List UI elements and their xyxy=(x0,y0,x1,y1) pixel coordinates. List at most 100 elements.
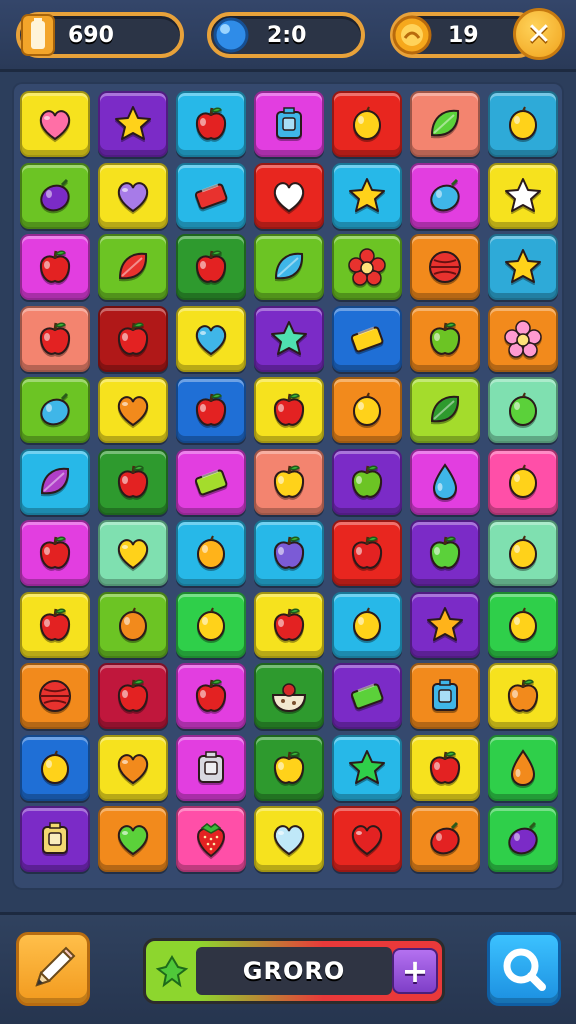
board-tile[interactable] xyxy=(488,305,558,372)
leaf-icon xyxy=(430,109,460,137)
board-tile[interactable] xyxy=(254,734,324,801)
board-tile[interactable] xyxy=(98,806,168,872)
apple-icon xyxy=(351,536,383,569)
board-tile[interactable] xyxy=(20,305,90,372)
board-tile[interactable] xyxy=(176,162,246,229)
board-tile[interactable] xyxy=(332,91,402,157)
board-tile[interactable] xyxy=(20,91,90,157)
board-tile[interactable] xyxy=(254,91,324,157)
apple-icon xyxy=(273,608,305,641)
board-tile[interactable] xyxy=(410,806,480,872)
board-tile[interactable] xyxy=(20,520,90,586)
board-tile[interactable] xyxy=(410,305,480,372)
pencil-button[interactable] xyxy=(16,932,90,1006)
search-button[interactable] xyxy=(487,932,561,1006)
board-tile[interactable] xyxy=(332,806,402,872)
board-tile[interactable] xyxy=(488,806,558,872)
board-tile[interactable] xyxy=(176,377,246,443)
board-tile[interactable] xyxy=(332,377,402,443)
board-tile[interactable] xyxy=(20,806,90,872)
lemon-icon xyxy=(509,392,537,426)
board-tile[interactable] xyxy=(176,734,246,801)
board-tile[interactable] xyxy=(254,591,324,658)
board-tile[interactable] xyxy=(20,591,90,658)
gold-coin-icon xyxy=(390,12,434,58)
drop-icon xyxy=(510,748,536,786)
apple-icon xyxy=(39,608,71,641)
board-tile[interactable] xyxy=(410,734,480,801)
board-tile[interactable] xyxy=(98,234,168,300)
board-tile[interactable] xyxy=(410,162,480,229)
board-tile[interactable] xyxy=(332,591,402,658)
board-tile[interactable] xyxy=(488,377,558,443)
board-tile[interactable] xyxy=(98,448,168,515)
board-tile[interactable] xyxy=(332,234,402,300)
star-icon xyxy=(505,249,541,283)
board-tile[interactable] xyxy=(176,663,246,729)
board-tile[interactable] xyxy=(332,448,402,515)
action-bar[interactable]: GRORO + xyxy=(143,938,445,1004)
board-tile[interactable] xyxy=(332,520,402,586)
board-tile[interactable] xyxy=(254,377,324,443)
board-tile[interactable] xyxy=(410,377,480,443)
board-tile[interactable] xyxy=(176,806,246,872)
board-tile[interactable] xyxy=(254,663,324,729)
board-tile[interactable] xyxy=(332,663,402,729)
board-tile[interactable] xyxy=(488,591,558,658)
board-tile[interactable] xyxy=(20,377,90,443)
board-tile[interactable] xyxy=(488,162,558,229)
board-tile[interactable] xyxy=(98,663,168,729)
leaf-icon xyxy=(274,252,304,280)
board-tile[interactable] xyxy=(488,734,558,801)
board-tile[interactable] xyxy=(98,305,168,372)
board-tile[interactable] xyxy=(176,305,246,372)
board-tile[interactable] xyxy=(176,234,246,300)
box-icon xyxy=(432,679,458,711)
star-icon xyxy=(505,177,541,212)
board-tile[interactable] xyxy=(176,520,246,586)
board-tile[interactable] xyxy=(410,448,480,515)
board-tile[interactable] xyxy=(332,305,402,372)
board-tile[interactable] xyxy=(176,91,246,157)
board-tile[interactable] xyxy=(332,734,402,801)
board-tile[interactable] xyxy=(20,734,90,801)
board-tile[interactable] xyxy=(254,305,324,372)
apple-icon xyxy=(195,107,227,140)
board-tile[interactable] xyxy=(20,234,90,300)
plum-icon xyxy=(508,821,538,855)
board-tile[interactable] xyxy=(254,448,324,515)
board-tile[interactable] xyxy=(410,234,480,300)
lemon-icon xyxy=(197,535,225,569)
board-tile[interactable] xyxy=(98,91,168,157)
board-tile[interactable] xyxy=(254,806,324,872)
board-tile[interactable] xyxy=(254,162,324,229)
board-tile[interactable] xyxy=(98,162,168,229)
board-tile[interactable] xyxy=(98,591,168,658)
bowl-icon xyxy=(271,683,307,713)
plus-button[interactable]: + xyxy=(392,948,438,994)
blue-orb-icon xyxy=(209,12,253,58)
board-tile[interactable] xyxy=(20,663,90,729)
board-tile[interactable] xyxy=(410,663,480,729)
board-tile[interactable] xyxy=(410,520,480,586)
apple-icon xyxy=(39,536,71,569)
board-tile[interactable] xyxy=(410,91,480,157)
close-button[interactable]: ✕ xyxy=(513,8,565,60)
board-tile[interactable] xyxy=(410,591,480,658)
board-tile[interactable] xyxy=(98,377,168,443)
board-tile[interactable] xyxy=(254,234,324,300)
board-tile[interactable] xyxy=(176,448,246,515)
board-tile[interactable] xyxy=(176,591,246,658)
board-tile[interactable] xyxy=(98,520,168,586)
board-tile[interactable] xyxy=(254,520,324,586)
board-tile[interactable] xyxy=(20,162,90,229)
board-tile[interactable] xyxy=(488,520,558,586)
board-tile[interactable] xyxy=(20,448,90,515)
board-tile[interactable] xyxy=(488,234,558,300)
board-tile[interactable] xyxy=(98,734,168,801)
board-tile[interactable] xyxy=(488,663,558,729)
board-tile[interactable] xyxy=(488,91,558,157)
board-tile[interactable] xyxy=(488,448,558,515)
apple-icon xyxy=(195,250,227,283)
board-tile[interactable] xyxy=(332,162,402,229)
